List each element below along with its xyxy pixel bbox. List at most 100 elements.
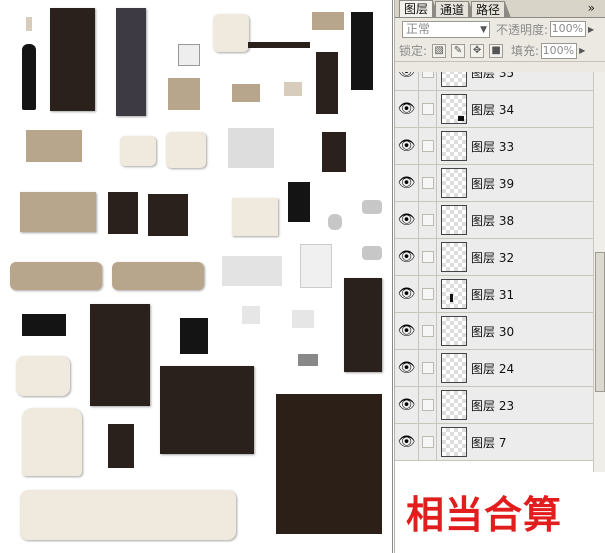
layer-link-box[interactable] [419, 201, 437, 239]
document-canvas[interactable] [0, 0, 393, 553]
layer-thumbnail [441, 242, 467, 272]
chaise-asset[interactable] [166, 132, 206, 168]
visibility-eye-icon[interactable]: 👁 [395, 127, 419, 165]
layer-row[interactable]: 👁 图层 31 [395, 275, 593, 313]
visibility-eye-icon[interactable]: 👁 [395, 201, 419, 239]
small-fixture-asset[interactable] [298, 354, 318, 366]
blend-options-row: 正常 ▼ 不透明度: 100% ▶ [395, 18, 605, 40]
sink-asset[interactable] [362, 246, 382, 260]
lock-pixels-icon[interactable]: ✎ [451, 43, 466, 58]
tab-layers[interactable]: 图层 [399, 0, 440, 17]
layer-link-box[interactable] [419, 349, 437, 387]
layer-link-box[interactable] [419, 275, 437, 313]
fill-field[interactable]: 100% [541, 42, 578, 59]
faucet-2-asset[interactable] [292, 310, 314, 328]
layer-link-box[interactable] [419, 312, 437, 350]
scrollbar-thumb[interactable] [595, 252, 605, 392]
ottoman-asset[interactable] [232, 84, 260, 102]
bookshelf-asset[interactable] [276, 394, 382, 534]
blend-mode-select[interactable]: 正常 ▼ [402, 20, 490, 38]
layer-link-box[interactable] [419, 127, 437, 165]
armchair-asset[interactable] [213, 14, 249, 52]
rug-runner-asset[interactable] [116, 8, 146, 116]
tab-paths[interactable]: 路径 [471, 1, 512, 18]
layer-thumbnail [441, 353, 467, 383]
wood-door-asset[interactable] [344, 278, 382, 372]
woman-figure-asset[interactable] [22, 44, 36, 110]
fill-arrow-icon[interactable]: ▶ [579, 46, 585, 55]
bed-asset[interactable] [20, 192, 96, 232]
tab-channels[interactable]: 通道 [435, 1, 476, 18]
watermark-text: 相当合算 [406, 492, 563, 537]
nightstand-asset[interactable] [168, 78, 200, 110]
frame-asset[interactable] [178, 44, 200, 66]
layer-row[interactable]: 👁 图层 39 [395, 164, 593, 202]
visibility-eye-icon[interactable]: 👁 [395, 386, 419, 424]
dark-door-asset[interactable] [50, 8, 95, 111]
vanity-asset[interactable] [222, 256, 282, 286]
curtain-asset[interactable] [351, 12, 373, 90]
lounge-chair-asset[interactable] [120, 136, 156, 166]
layer-row[interactable]: 👁 图层 32 [395, 238, 593, 276]
lock-all-icon[interactable]: ■ [489, 43, 504, 58]
toilet-asset[interactable] [328, 214, 342, 230]
visibility-eye-icon[interactable]: 👁 [395, 312, 419, 350]
table-lamp-asset[interactable] [108, 424, 134, 468]
lock-transparency-icon[interactable]: ▧ [432, 43, 447, 58]
double-door-asset[interactable] [160, 366, 254, 454]
layer-name: 图层 39 [471, 176, 515, 191]
panel-menu-icon[interactable]: » [588, 1, 595, 15]
layer-thumbnail [441, 279, 467, 309]
visibility-eye-icon[interactable]: 👁 [395, 349, 419, 387]
oven-asset[interactable] [288, 182, 310, 222]
layer-thumbnail [441, 94, 467, 124]
floor-lamp-asset[interactable] [316, 52, 338, 114]
bench-asset[interactable] [248, 42, 310, 48]
wingback-chair-asset[interactable] [22, 408, 82, 476]
visibility-eye-icon[interactable]: 👁 [395, 72, 419, 91]
layer-link-box[interactable] [419, 423, 437, 461]
visibility-eye-icon[interactable]: 👁 [395, 238, 419, 276]
club-chair-asset[interactable] [16, 356, 70, 396]
tv-asset[interactable] [22, 314, 66, 336]
layer-row[interactable]: 👁 图层 23 [395, 386, 593, 424]
layer-link-box[interactable] [419, 386, 437, 424]
visibility-eye-icon[interactable]: 👁 [395, 164, 419, 202]
chef-figure-asset[interactable] [322, 132, 346, 172]
layer-row[interactable]: 👁 图层 38 [395, 201, 593, 239]
layer-row[interactable]: 👁 图层 35 [395, 72, 593, 91]
cabinet-asset[interactable] [232, 198, 278, 236]
layer-thumbnail [441, 205, 467, 235]
layer-row[interactable]: 👁 图层 30 [395, 312, 593, 350]
sconce-asset[interactable] [26, 17, 32, 31]
sofa-left-asset[interactable] [10, 262, 102, 290]
layer-row[interactable]: 👁 图层 7 [395, 423, 593, 461]
layer-link-box[interactable] [419, 90, 437, 128]
visibility-eye-icon[interactable]: 👁 [395, 275, 419, 313]
visibility-eye-icon[interactable]: 👁 [395, 90, 419, 128]
layer-row[interactable]: 👁 图层 34 [395, 90, 593, 128]
basin-asset[interactable] [362, 200, 382, 214]
sofa-right-asset[interactable] [112, 262, 204, 290]
faucet-asset[interactable] [242, 306, 260, 324]
layer-row[interactable]: 👁 图层 24 [395, 349, 593, 387]
writing-desk-asset[interactable] [148, 194, 188, 236]
washer-asset[interactable] [180, 318, 208, 354]
layer-link-box[interactable] [419, 238, 437, 276]
pendant-asset[interactable] [284, 82, 302, 96]
box-asset[interactable] [312, 12, 344, 30]
desk-asset[interactable] [26, 130, 82, 162]
layer-row[interactable]: 👁 图层 33 [395, 127, 593, 165]
layer-link-box[interactable] [419, 72, 437, 91]
layer-thumbnail [441, 390, 467, 420]
opacity-field[interactable]: 100% [550, 21, 587, 37]
lock-position-icon[interactable]: ✥ [470, 43, 485, 58]
bedside-lamp-asset[interactable] [108, 192, 138, 234]
visibility-eye-icon[interactable]: 👁 [395, 423, 419, 461]
layer-link-box[interactable] [419, 164, 437, 202]
wardrobe-asset[interactable] [90, 304, 150, 406]
long-sofa-asset[interactable] [20, 490, 236, 540]
opacity-arrow-icon[interactable]: ▶ [588, 25, 594, 34]
towel-asset[interactable] [300, 244, 332, 288]
side-table-asset[interactable] [228, 128, 274, 168]
